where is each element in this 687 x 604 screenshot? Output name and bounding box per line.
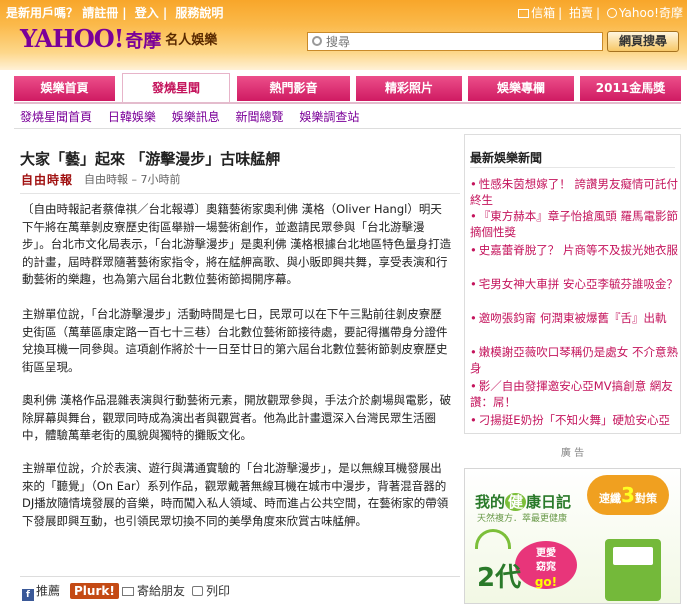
subnav-survey[interactable]: 娛樂調查站 <box>299 110 359 124</box>
facebook-icon: f <box>22 589 34 601</box>
news-item[interactable]: • 邀吻張鈞甯 何潤東被爆舊『舌』出軌 <box>470 311 678 327</box>
facebook-recommend-label: 推薦 <box>36 584 61 598</box>
article-paragraph: 主辦單位說，介於表演、遊行與溝通實驗的「台北游擊漫步」，是以無線耳機發展出來的「… <box>22 461 449 528</box>
ad-badge-prefix: 速纖 <box>599 492 622 505</box>
ad-badge: 速纖3對策 <box>587 475 669 515</box>
auction-link[interactable]: 拍賣 <box>569 6 593 20</box>
email-friend-button[interactable]: 寄給朋友 <box>122 583 185 599</box>
yahoo-home-link[interactable]: Yahoo!奇摩 <box>619 6 683 20</box>
header: 是新用戶嗎？ 請註冊 | 登入 | 服務說明 信箱 | 拍賣 | Yahoo!奇摩 YA… <box>0 0 687 70</box>
share-bar: f 推薦 Plurk! 寄給朋友 列印 <box>20 576 460 601</box>
subnav-news-overview[interactable]: 新聞總覽 <box>236 110 284 124</box>
ad-decoration <box>475 529 511 549</box>
source-logo: 自由時報 <box>21 173 74 187</box>
account-links: 是新用戶嗎？ 請註冊 | 登入 | 服務說明 <box>6 6 224 20</box>
sidebar: 最新娛樂新聞 • 性感朱茵想嫁了！ 誇讚男友癡情可託付終生 • 『東方赫本』章子怡搶… <box>464 134 681 604</box>
email-icon <box>122 587 134 596</box>
ad-product-box <box>605 539 661 601</box>
article: 大家「藝」起來 「游擊漫步」古味艋舺 自由時報 自由時報 – 7小時前 〔自由時… <box>14 134 460 604</box>
print-icon <box>192 586 203 596</box>
ad-promo-line: 窈窕 <box>536 562 556 573</box>
service-links: 信箱 | 拍賣 | Yahoo!奇摩 <box>518 4 683 21</box>
source-meta: 自由時報 – 7小時前 <box>84 173 181 186</box>
nav-divider <box>14 102 681 104</box>
article-title: 大家「藝」起來 「游擊漫步」古味艋舺 <box>20 150 281 168</box>
ad-brand-suffix: 康日記 <box>526 493 572 511</box>
logo-section-text: 名人娛樂 <box>165 33 218 48</box>
subnav-divider <box>14 128 681 129</box>
search-box <box>307 32 603 51</box>
logo-yahoo-text: YAHOO! <box>20 24 124 53</box>
sidebar-divider <box>470 167 675 168</box>
news-item-label: 邀吻張鈞甯 何潤東被爆舊『舌』出軌 <box>478 311 667 325</box>
ad-brand-highlight: 健 <box>505 493 527 511</box>
ad-brand-prefix: 我的 <box>475 493 506 511</box>
new-user-prompt: 是新用戶嗎？ <box>6 6 79 20</box>
email-friend-label: 寄給朋友 <box>137 584 186 598</box>
news-item-label: 『東方赫本』章子怡搶風頭 羅馬電影節摘個性獎 <box>470 209 678 239</box>
news-item-label: 刁揚挺E奶扮「不知火舞」硬尬安心亞 <box>478 413 671 427</box>
logo-qimo-text: 奇摩 <box>125 31 162 52</box>
ad-brand: 我的健康日記 <box>475 491 571 512</box>
article-paragraph: 主辦單位說，「台北游擊漫步」活動時間是七日，民眾可以在下午三點前往剝皮寮歷史街區… <box>22 307 448 374</box>
plurk-button[interactable]: Plurk! <box>70 583 119 599</box>
subnav-entertainment-info[interactable]: 娛樂訊息 <box>172 110 220 124</box>
tab-columns[interactable]: 娛樂專欄 <box>468 76 574 101</box>
news-item[interactable]: • 性感朱茵想嫁了！ 誇讚男友癡情可託付終生 <box>470 177 678 208</box>
news-item-label: 影／自由發揮邀安心亞MV搞創意 網友讚：屌！ <box>470 379 673 409</box>
tab-photos[interactable]: 精彩照片 <box>356 76 462 101</box>
main-nav: 娛樂首頁 發燒星聞 熱門影音 精彩照片 娛樂專欄 2011金馬獎 <box>14 73 681 103</box>
latest-news-title: 最新娛樂新聞 <box>470 151 543 165</box>
tab-entertainment-home[interactable]: 娛樂首頁 <box>14 76 115 101</box>
news-item-label: 性感朱茵想嫁了！ 誇讚男友癡情可託付終生 <box>470 177 678 207</box>
article-paragraph: 〔自由時報記者蔡偉祺／台北報導〕奧籍藝術家奧利佛 漢格（Oliver Hangl… <box>22 202 452 287</box>
tab-hot-news[interactable]: 發燒星聞 <box>122 73 230 103</box>
search-input[interactable] <box>326 34 596 49</box>
news-item[interactable]: • 『東方赫本』章子怡搶風頭 羅馬電影節摘個性獎 <box>470 209 678 240</box>
mail-link[interactable]: 信箱 <box>531 6 555 20</box>
news-item[interactable]: • 刁揚挺E奶扮「不知火舞」硬尬安心亞 <box>470 413 678 429</box>
ad-promo-go: go! <box>534 575 558 589</box>
mail-icon <box>518 9 530 18</box>
article-paragraph: 奧利佛 漢格作品混雜表演與行動藝術元素，開放觀眾參與，手法介於劇場與電影，破除屏… <box>22 393 452 443</box>
home-icon <box>606 8 617 18</box>
article-divider <box>20 193 460 194</box>
news-item-label: 宅男女神大車拼 安心亞李毓芬誰吸金？ <box>478 277 678 291</box>
search-icon <box>312 36 322 46</box>
help-link[interactable]: 服務說明 <box>175 6 223 20</box>
print-button[interactable]: 列印 <box>192 583 230 599</box>
news-item[interactable]: • 嫩模謝亞薇吹口琴稱仍是處女 不介意熟身 <box>470 345 678 376</box>
tab-hot-videos[interactable]: 熱門影音 <box>237 76 350 101</box>
ad-promo-circle: 更愛窈窕 go! <box>515 541 577 589</box>
ad-big-number: 2代 <box>477 563 522 593</box>
advertisement-banner[interactable]: 我的健康日記 天然複方．萃最更健康 速纖3對策 更愛窈窕 go! 2代 <box>464 468 681 604</box>
ad-tagline: 天然複方．萃最更健康 <box>477 514 568 524</box>
yahoo-logo[interactable]: YAHOO! 奇摩 名人娛樂 <box>20 24 217 60</box>
subnav-japan-korea[interactable]: 日韓娛樂 <box>108 110 156 124</box>
facebook-recommend-button[interactable]: f 推薦 <box>22 583 61 601</box>
ad-badge-suffix: 對策 <box>634 492 657 505</box>
news-item[interactable]: • 宅男女神大車拼 安心亞李毓芬誰吸金？ <box>470 277 678 293</box>
register-link[interactable]: 請註冊 <box>82 6 118 20</box>
news-item-label: 史嘉蕾脊脫了？ 片商等不及拔光她衣服 <box>478 243 678 257</box>
subnav-hot-news-home[interactable]: 發燒星聞首頁 <box>20 110 92 124</box>
login-link[interactable]: 登入 <box>135 6 159 20</box>
ad-badge-number: 3 <box>621 483 635 507</box>
news-item[interactable]: • 史嘉蕾脊脫了？ 片商等不及拔光她衣服 <box>470 243 678 259</box>
sub-nav: 發燒星聞首頁 日韓娛樂 娛樂訊息 新聞總覽 娛樂調查站 <box>20 108 371 125</box>
web-search-button[interactable]: 網頁搜尋 <box>607 31 679 52</box>
ad-label: 廣 告 <box>560 448 585 459</box>
ad-promo-line: 更愛 <box>536 548 556 559</box>
print-label: 列印 <box>206 584 231 598</box>
news-item-label: 嫩模謝亞薇吹口琴稱仍是處女 不介意熟身 <box>470 345 678 375</box>
tab-golden-horse[interactable]: 2011金馬獎 <box>580 76 681 101</box>
news-item[interactable]: • 影／自由發揮邀安心亞MV搞創意 網友讚：屌！ <box>470 379 678 410</box>
